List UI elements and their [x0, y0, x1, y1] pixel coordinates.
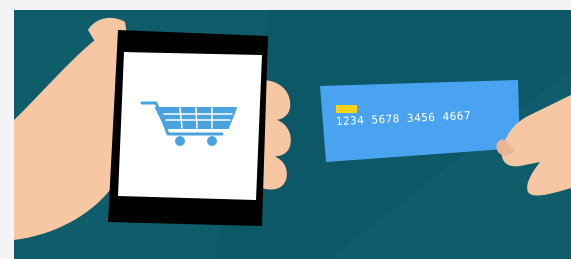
- smartphone: [108, 30, 268, 226]
- card-chip: [336, 105, 357, 113]
- credit-card: 1234 5678 3456 4667: [320, 80, 520, 162]
- online-payment-illustration: 1234 5678 3456 4667: [14, 10, 571, 259]
